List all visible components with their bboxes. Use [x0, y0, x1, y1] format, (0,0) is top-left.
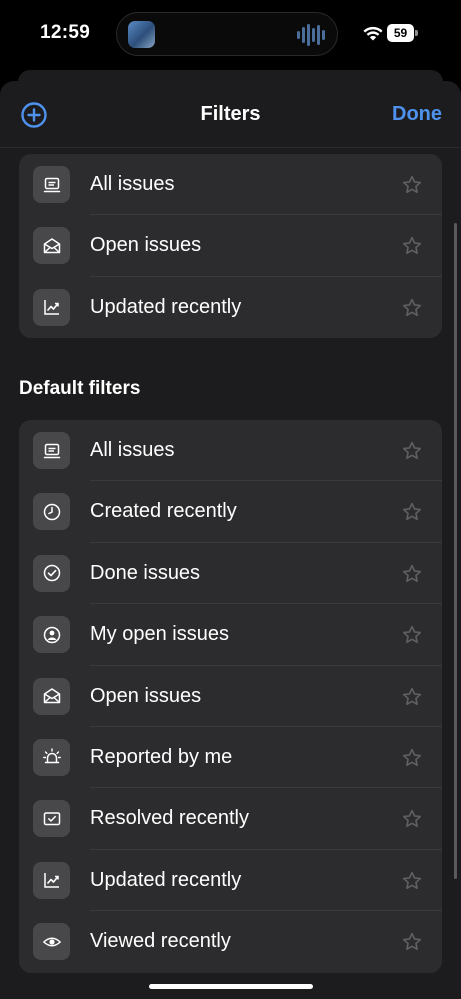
check-circle-icon: [33, 554, 70, 592]
star-icon[interactable]: [401, 297, 423, 319]
open-envelope-icon: [33, 227, 70, 265]
scrollbar[interactable]: [454, 223, 457, 879]
filter-row-created-recently[interactable]: Created recently: [19, 481, 442, 543]
filter-row-reported-by-me[interactable]: Reported by me: [19, 727, 442, 789]
audio-waveform-icon: [297, 24, 325, 46]
filter-row-open-issues[interactable]: Open issues: [19, 215, 442, 277]
filter-label: Open issues: [90, 234, 202, 257]
dynamic-island[interactable]: [116, 12, 338, 56]
sheet-header: Filters Done: [0, 81, 461, 148]
filter-label: Open issues: [90, 684, 202, 707]
filter-row-viewed-recently[interactable]: Viewed recently: [19, 911, 442, 972]
inbox-icon: [33, 166, 70, 203]
trend-chart-icon: [33, 288, 70, 326]
status-time: 12:59: [40, 22, 91, 43]
star-icon[interactable]: [401, 624, 423, 646]
add-filter-button[interactable]: [20, 101, 48, 129]
filter-label: My open issues: [90, 623, 229, 646]
filter-row-my-open-issues[interactable]: My open issues: [19, 604, 442, 666]
star-icon[interactable]: [401, 174, 423, 196]
filter-label: Done issues: [90, 561, 201, 584]
filter-row-updated-recently[interactable]: Updated recently: [19, 850, 442, 912]
checkbox-screen-icon: [33, 800, 70, 838]
filter-label: Updated recently: [90, 868, 242, 891]
filter-row-all-issues[interactable]: All issues: [19, 154, 442, 216]
star-icon[interactable]: [401, 501, 423, 523]
home-indicator[interactable]: [149, 984, 313, 989]
filter-label: Updated recently: [90, 295, 242, 318]
filter-row-open-issues[interactable]: Open issues: [19, 666, 442, 727]
person-circle-icon: [33, 616, 70, 654]
filter-label: Created recently: [90, 500, 237, 523]
star-icon[interactable]: [401, 931, 423, 953]
trend-chart-icon: [33, 861, 70, 899]
status-bar: 12:59 59: [0, 0, 461, 70]
alarm-light-icon: [33, 738, 70, 776]
filter-label: All issues: [90, 439, 175, 461]
filter-row-resolved-recently[interactable]: Resolved recently: [19, 788, 442, 850]
done-button[interactable]: Done: [392, 103, 442, 126]
clock-icon: [33, 493, 70, 531]
open-envelope-icon: [33, 677, 70, 715]
filter-label: Reported by me: [90, 745, 233, 768]
now-playing-app-icon: [128, 21, 155, 48]
star-icon[interactable]: [401, 686, 423, 708]
eye-icon: [33, 923, 70, 961]
filter-label: Resolved recently: [90, 807, 249, 830]
filters-sheet: Filters Done All issues Open issues Upda…: [0, 81, 461, 999]
star-icon[interactable]: [401, 235, 423, 257]
saved-filters-list: All issues Open issues Updated recently: [19, 154, 442, 339]
star-icon[interactable]: [401, 870, 423, 892]
star-icon[interactable]: [401, 440, 423, 462]
wifi-icon: [363, 26, 383, 41]
filter-row-done-issues[interactable]: Done issues: [19, 543, 442, 605]
default-filters-header: Default filters: [19, 378, 141, 399]
filter-row-all-issues[interactable]: All issues: [19, 420, 442, 482]
star-icon[interactable]: [401, 563, 423, 585]
filter-label: All issues: [90, 173, 175, 195]
star-icon[interactable]: [401, 747, 423, 769]
filter-label: Viewed recently: [90, 930, 231, 953]
star-icon[interactable]: [401, 808, 423, 830]
battery-icon: 59: [387, 24, 418, 42]
battery-level: 59: [387, 24, 414, 42]
default-filters-list: All issues Created recently Done issues …: [19, 420, 442, 973]
filter-row-updated-recently[interactable]: Updated recently: [19, 277, 442, 338]
inbox-icon: [33, 432, 70, 469]
